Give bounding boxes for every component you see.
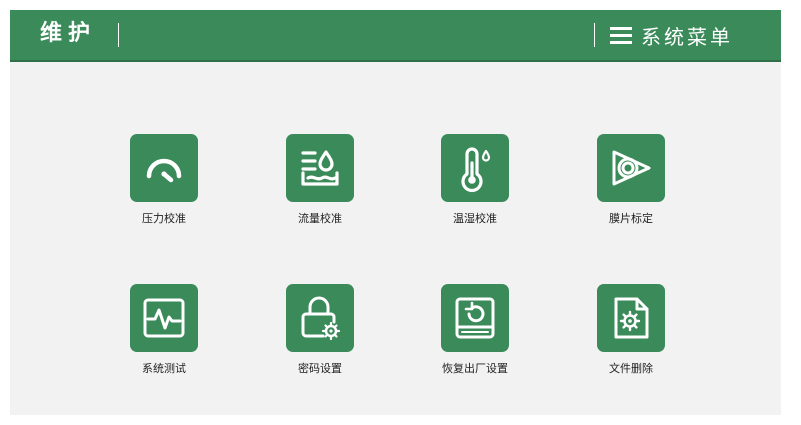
tile-pressure-calibration[interactable]: 压力校准 xyxy=(104,134,224,234)
tile-flow-calibration[interactable]: 流量校准 xyxy=(260,134,380,234)
tile-label: 恢复出厂设置 xyxy=(442,362,508,375)
file-gear-icon xyxy=(597,284,665,352)
tile-password-settings[interactable]: 密码设置 xyxy=(260,284,380,384)
flow-icon xyxy=(286,134,354,202)
tile-label: 压力校准 xyxy=(142,212,186,225)
tile-label: 密码设置 xyxy=(298,362,342,375)
waveform-monitor-icon xyxy=(130,284,198,352)
diaphragm-icon xyxy=(597,134,665,202)
tile-temp-humidity-calibration[interactable]: 温湿校准 xyxy=(415,134,535,234)
tile-file-delete[interactable]: 文件删除 xyxy=(571,284,691,384)
tile-label: 流量校准 xyxy=(298,212,342,225)
tile-system-test[interactable]: 系统测试 xyxy=(104,284,224,384)
maintenance-grid: 压力校准 流量校准 温湿校准 膜片标定 系统测试 密码设置 恢复出厂设置 文件删… xyxy=(10,10,781,415)
tile-label: 文件删除 xyxy=(609,362,653,375)
tile-label: 系统测试 xyxy=(142,362,186,375)
gauge-icon xyxy=(130,134,198,202)
tile-diaphragm-calibration[interactable]: 膜片标定 xyxy=(571,134,691,234)
app-frame: 维护 系统菜单 压力校准 流量校准 温湿校准 膜片标定 系统测试 密码设置 恢复… xyxy=(10,10,781,415)
thermometer-icon xyxy=(441,134,509,202)
tile-label: 温湿校准 xyxy=(453,212,497,225)
tile-label: 膜片标定 xyxy=(609,212,653,225)
lock-gear-icon xyxy=(286,284,354,352)
tile-factory-reset[interactable]: 恢复出厂设置 xyxy=(415,284,535,384)
restore-drive-icon xyxy=(441,284,509,352)
